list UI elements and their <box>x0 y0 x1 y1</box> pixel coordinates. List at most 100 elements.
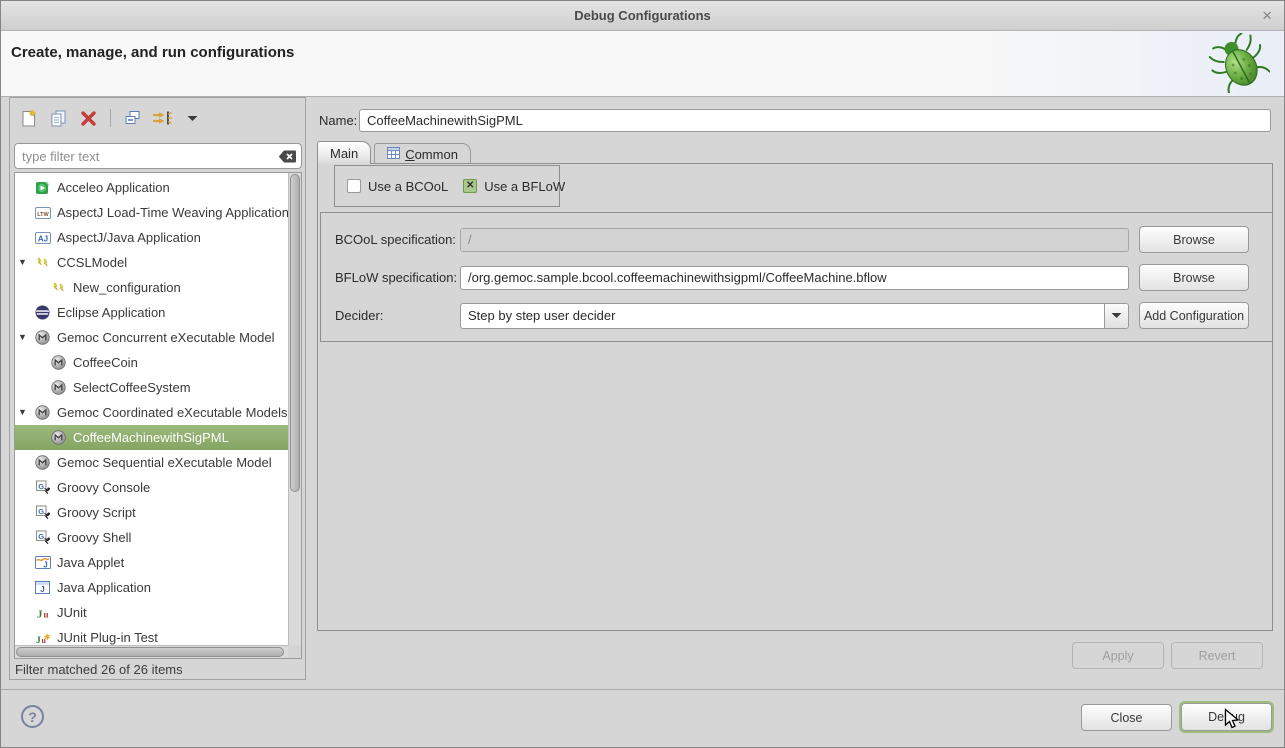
decider-combo-input[interactable] <box>460 303 1105 329</box>
acceleo-icon <box>35 180 53 195</box>
field-label: BFLoW specification: <box>335 270 460 285</box>
tab-bar: Main Common <box>317 141 474 164</box>
tree-item[interactable]: Acceleo Application <box>15 175 288 200</box>
tree-item-label: JUnit Plug-in Test <box>57 630 158 645</box>
ccsl-icon <box>51 281 69 295</box>
svg-text:J: J <box>37 608 43 620</box>
tree-item-label: Groovy Script <box>57 505 136 520</box>
combo-dropdown-icon[interactable] <box>1104 303 1129 329</box>
scrollbar-thumb[interactable] <box>16 647 284 657</box>
duplicate-configuration-icon[interactable] <box>46 106 71 131</box>
titlebar: Debug Configurations × <box>1 1 1284 31</box>
tree-item-label: SelectCoffeeSystem <box>73 380 191 395</box>
apply-button[interactable]: Apply <box>1072 642 1164 669</box>
mouse-cursor <box>1224 708 1242 735</box>
dialog-header: Create, manage, and run configurations <box>1 31 1284 97</box>
tree-item-label: Gemoc Sequential eXecutable Model <box>57 455 272 470</box>
filter-input[interactable] <box>14 143 302 169</box>
ccsl-icon <box>35 256 53 270</box>
tree-item-label: Acceleo Application <box>57 180 170 195</box>
expander-arrow-icon[interactable]: ▼ <box>18 258 27 267</box>
tree-item-label: AspectJ Load-Time Weaving Application <box>57 205 289 220</box>
debug-bug-icon <box>1208 33 1270 98</box>
checkbox-label: Use a BFLoW <box>484 179 565 194</box>
collapse-all-icon[interactable] <box>120 106 145 131</box>
name-input[interactable] <box>359 109 1271 132</box>
toolbar-separator <box>110 109 111 127</box>
tree-item[interactable]: ▼ Gemoc Concurrent eXecutable Model <box>15 325 288 350</box>
expander-arrow-icon[interactable]: ▼ <box>18 408 27 417</box>
delete-configuration-icon[interactable] <box>76 106 101 131</box>
svg-text:LTW: LTW <box>37 211 49 217</box>
tree-item-label: Eclipse Application <box>57 305 165 320</box>
footer-separator <box>1 689 1284 690</box>
tree-item-label: Java Application <box>57 580 151 595</box>
field-label: BCOoL specification: <box>335 232 460 247</box>
tree-item[interactable]: J Java Application <box>15 575 288 600</box>
tree-horizontal-scrollbar[interactable] <box>15 645 288 658</box>
tree-item[interactable]: New_configuration <box>15 275 288 300</box>
tree-item[interactable]: GGroovy Shell <box>15 525 288 550</box>
name-label: Name: <box>319 113 357 128</box>
debug-configurations-dialog: Debug Configurations × Create, manage, a… <box>0 0 1285 748</box>
eclipse-icon <box>35 305 53 320</box>
configuration-detail-panel: Name: Main Common Use a BCOoL ✕ Use a BFLoW… <box>314 97 1278 680</box>
svg-text:AJ: AJ <box>38 234 48 243</box>
filter-box <box>14 143 302 169</box>
tree-item-label: Gemoc Coordinated eXecutable Models <box>57 405 288 420</box>
clear-filter-icon[interactable] <box>278 149 297 169</box>
tree-item[interactable]: GGroovy Console <box>15 475 288 500</box>
field-row: Decider:Add Configuration <box>335 302 1249 329</box>
tree-item[interactable]: JJava Applet <box>15 550 288 575</box>
tree-item[interactable]: ▼CCSLModel <box>15 250 288 275</box>
tree-item[interactable]: ▼ Gemoc Coordinated eXecutable Models <box>15 400 288 425</box>
gemoc-icon <box>35 405 53 420</box>
svg-text:u: u <box>44 609 49 619</box>
tree-vertical-scrollbar[interactable] <box>288 173 301 645</box>
unchecked-checkbox[interactable] <box>347 179 361 193</box>
add-configuration-button[interactable]: Add Configuration <box>1139 302 1249 329</box>
tree-item[interactable]: Gemoc Sequential eXecutable Model <box>15 450 288 475</box>
revert-button[interactable]: Revert <box>1171 642 1263 669</box>
aspectj-java-icon: AJ <box>35 231 53 245</box>
tree-item[interactable]: GGroovy Script <box>15 500 288 525</box>
expander-arrow-icon[interactable]: ▼ <box>18 333 27 342</box>
groovy-icon: G <box>35 480 53 495</box>
tree-item-label: CoffeeMachinewithSigPML <box>73 430 229 445</box>
checked-checkbox[interactable]: ✕ <box>463 179 477 193</box>
junit-icon: Ju <box>35 606 53 620</box>
menu-dropdown-icon[interactable] <box>180 106 205 131</box>
tab-label: Main <box>330 146 358 161</box>
help-button[interactable]: ? <box>21 705 44 728</box>
tree-item[interactable]: CoffeeMachinewithSigPML <box>15 425 288 450</box>
tab-common[interactable]: Common <box>374 143 471 164</box>
java-app-icon: J <box>35 581 53 594</box>
specification-input[interactable] <box>460 266 1129 290</box>
tree-item[interactable]: Eclipse Application <box>15 300 288 325</box>
tab-main[interactable]: Main <box>317 141 371 164</box>
filter-launch-configurations-icon[interactable] <box>150 106 175 131</box>
tree-item-label: Gemoc Concurrent eXecutable Model <box>57 330 275 345</box>
tab-label: Common <box>405 147 458 162</box>
svg-text:G: G <box>38 532 44 541</box>
gemoc-icon <box>35 330 53 345</box>
scrollbar-thumb[interactable] <box>290 174 300 492</box>
tree-item[interactable]: CoffeeCoin <box>15 350 288 375</box>
field-row: BFLoW specification: Browse <box>335 264 1249 291</box>
left-toolbar <box>16 104 205 132</box>
tree-item-label: CoffeeCoin <box>73 355 138 370</box>
checkbox-label: Use a BCOoL <box>368 179 448 194</box>
browse-button[interactable]: Browse <box>1139 226 1249 253</box>
tree-item[interactable]: SelectCoffeeSystem <box>15 375 288 400</box>
aspectj-ltw-icon: LTW <box>35 206 53 220</box>
tree-item[interactable]: AJAspectJ/Java Application <box>15 225 288 250</box>
window-close-icon[interactable]: × <box>1262 1 1272 30</box>
tree-item[interactable]: JuJUnit <box>15 600 288 625</box>
close-button[interactable]: Close <box>1081 704 1172 731</box>
new-configuration-icon[interactable] <box>16 106 41 131</box>
window-title: Debug Configurations <box>1 1 1284 31</box>
browse-button[interactable]: Browse <box>1139 264 1249 291</box>
tree-item[interactable]: LTW AspectJ Load-Time Weaving Application <box>15 200 288 225</box>
specification-input[interactable] <box>460 228 1129 252</box>
svg-text:J: J <box>40 585 44 594</box>
